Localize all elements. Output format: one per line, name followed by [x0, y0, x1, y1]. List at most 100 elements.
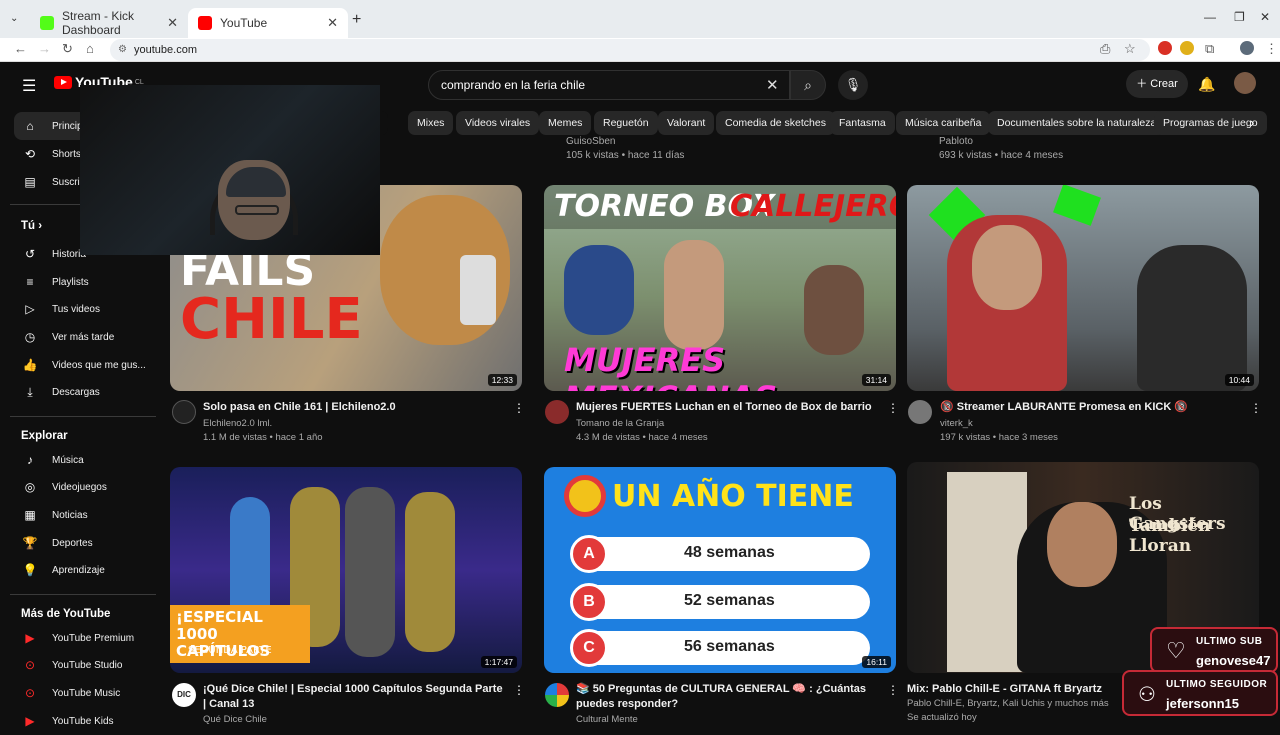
sidebar-item-sports[interactable]: 🏆 Deportes — [14, 529, 154, 557]
minimize-icon[interactable]: — — [1204, 10, 1216, 24]
news-icon: ▦ — [24, 508, 36, 522]
video-title[interactable]: ¡Qué Dice Chile! | Especial 1000 Capítul… — [203, 682, 503, 712]
sidebar-item-music[interactable]: ♪ Música — [14, 446, 154, 474]
yt-premium-icon: ▶ — [25, 631, 35, 645]
extension-icon[interactable] — [1180, 41, 1194, 55]
close-tab-icon[interactable]: ✕ — [167, 15, 178, 31]
search-input[interactable]: comprando en la feria chile — [428, 70, 790, 100]
video-thumbnail[interactable]: TORNEO BOX CALLEJERO MUJERES MEXICANAS 3… — [544, 185, 896, 391]
user-plus-icon: ⚇ — [1138, 684, 1156, 706]
chip[interactable]: Música caribeña — [896, 111, 991, 135]
back-icon[interactable]: ← — [14, 41, 27, 56]
reload-icon[interactable]: ↻ — [62, 41, 73, 57]
more-actions-icon[interactable]: ⋮ — [887, 683, 899, 697]
more-actions-icon[interactable]: ⋮ — [513, 683, 525, 697]
sidebar-divider — [10, 594, 156, 595]
background-image — [947, 472, 1027, 672]
video-title[interactable]: 📚 50 Preguntas de CULTURA GENERAL 🧠 : ¿C… — [576, 682, 881, 712]
sidebar-item-liked[interactable]: 👍 Videos que me gus... — [14, 351, 154, 379]
address-bar[interactable]: ⚙ youtube.com — [110, 39, 1150, 61]
channel-avatar[interactable] — [908, 400, 932, 424]
chip[interactable]: Documentales sobre la naturaleza — [988, 111, 1166, 135]
video-meta: 4.3 M de vistas • hace 4 meses — [576, 432, 708, 443]
webcam-overlay — [80, 85, 380, 255]
restore-icon[interactable]: ❐ — [1234, 10, 1245, 24]
sidebar-item-yt-premium[interactable]: ▶ YouTube Premium — [14, 624, 154, 652]
new-tab-icon[interactable]: + — [352, 11, 361, 29]
sidebar-item-label: Deportes — [52, 537, 93, 549]
bookmark-star-icon[interactable]: ☆ — [1124, 41, 1136, 57]
video-title[interactable]: 🔞 Streamer LABURANTE Promesa en KICK 🔞 — [940, 400, 1240, 415]
channel-avatar[interactable] — [172, 400, 196, 424]
install-app-icon[interactable]: ⎙ — [1100, 41, 1110, 57]
sidebar-item-label: YouTube Kids — [52, 715, 114, 727]
sidebar-item-news[interactable]: ▦ Noticias — [14, 501, 154, 529]
close-tab-icon[interactable]: ✕ — [327, 15, 338, 31]
create-label: Crear — [1150, 78, 1178, 90]
sidebar-item-yt-studio[interactable]: ⊙ YouTube Studio — [14, 651, 154, 679]
channel-avatar[interactable] — [545, 400, 569, 424]
user-avatar[interactable] — [1234, 72, 1256, 94]
browser-menu-icon[interactable]: ⋮ — [1265, 41, 1278, 57]
notifications-bell-icon[interactable]: 🔔 — [1198, 76, 1215, 93]
sidebar-you-heading[interactable]: Tú › — [21, 220, 42, 232]
chip[interactable]: Mixes — [408, 111, 454, 135]
forward-icon[interactable]: → — [38, 41, 51, 56]
url-text: youtube.com — [134, 44, 197, 56]
video-channel[interactable]: viterk_k — [940, 418, 973, 429]
quiz-option-text: 48 semanas — [684, 544, 775, 561]
site-info-icon[interactable]: ⚙ — [118, 39, 127, 61]
sidebar-item-watch-later[interactable]: ◷ Ver más tarde — [14, 323, 154, 351]
extensions-puzzle-icon[interactable]: ⧉ — [1205, 41, 1214, 57]
channel-avatar[interactable] — [545, 683, 569, 707]
video-title[interactable]: Solo pasa en Chile 161 | Elchileno2.0 — [203, 400, 503, 415]
home-icon: ⌂ — [26, 119, 34, 133]
create-button[interactable]: ＋ Crear — [1126, 70, 1188, 98]
face-image — [972, 225, 1042, 310]
profile-icon[interactable] — [1240, 41, 1254, 55]
video-thumbnail[interactable]: 10:44 — [907, 185, 1259, 391]
guide-menu-icon[interactable]: ☰ — [22, 76, 36, 96]
video-channel[interactable]: Elchileno2.0 lml. — [203, 418, 272, 429]
search-button[interactable]: ⌕ — [790, 70, 826, 100]
chevron-right-icon[interactable]: › — [1250, 115, 1254, 130]
sidebar-item-yt-kids[interactable]: ▶ YouTube Kids — [14, 707, 154, 735]
quiz-option-text: 56 semanas — [684, 638, 775, 655]
chip[interactable]: Valorant — [658, 111, 715, 135]
chip[interactable]: Videos virales — [456, 111, 540, 135]
chip[interactable]: Reguetón — [594, 111, 658, 135]
more-actions-icon[interactable]: ⋮ — [1250, 401, 1262, 415]
voice-search-button[interactable]: 🎙 — [838, 70, 868, 100]
sidebar-item-downloads[interactable]: ⤓ Descargas — [14, 378, 154, 406]
browser-tab-kick[interactable]: Stream - Kick Dashboard ✕ — [30, 8, 188, 38]
channel-avatar[interactable]: DIC — [172, 683, 196, 707]
sidebar-item-learning[interactable]: 💡 Aprendizaje — [14, 556, 154, 584]
browser-tab-youtube[interactable]: YouTube ✕ — [188, 8, 348, 38]
sidebar-item-label: Playlists — [52, 276, 89, 288]
video-duration: 1:17:47 — [480, 656, 517, 668]
chip[interactable]: Comedia de sketches — [716, 111, 835, 135]
home-icon[interactable]: ⌂ — [86, 41, 94, 56]
tab-search-icon[interactable]: ⌄ — [10, 13, 18, 24]
tab-label: YouTube — [220, 16, 268, 30]
sidebar-item-label: Música — [52, 454, 84, 466]
video-channel[interactable]: Tomano de la Granja — [576, 418, 664, 429]
history-icon: ↺ — [24, 247, 36, 261]
sidebar-item-your-videos[interactable]: ▷ Tus videos — [14, 295, 154, 323]
chip[interactable]: Memes — [539, 111, 592, 135]
plus-icon: ＋ — [1136, 78, 1151, 90]
close-window-icon[interactable]: ✕ — [1260, 10, 1270, 24]
sidebar-item-yt-music[interactable]: ⊙ YouTube Music — [14, 679, 154, 707]
chip[interactable]: Fantasma — [830, 111, 895, 135]
extension-icon[interactable] — [1158, 41, 1172, 55]
sidebar-item-gaming[interactable]: ◎ Videojuegos — [14, 473, 154, 501]
thumbnail-text: MUJERES MEXICANAS — [564, 341, 777, 391]
clear-search-icon[interactable]: ✕ — [766, 76, 779, 94]
video-title[interactable]: Mujeres FUERTES Luchan en el Torneo de B… — [576, 400, 881, 415]
video-thumbnail[interactable]: ¡ESPECIAL 1000 CAPÍTULOS SEGUNDA PARTE 1… — [170, 467, 522, 673]
more-actions-icon[interactable]: ⋮ — [887, 401, 899, 415]
video-meta: 1.1 M de vistas • hace 1 año — [203, 432, 323, 443]
sidebar-item-playlists[interactable]: ≡ Playlists — [14, 268, 154, 296]
more-actions-icon[interactable]: ⋮ — [513, 401, 525, 415]
video-thumbnail[interactable]: UN AÑO TIENE A 48 semanas B 52 semanas C… — [544, 467, 896, 673]
